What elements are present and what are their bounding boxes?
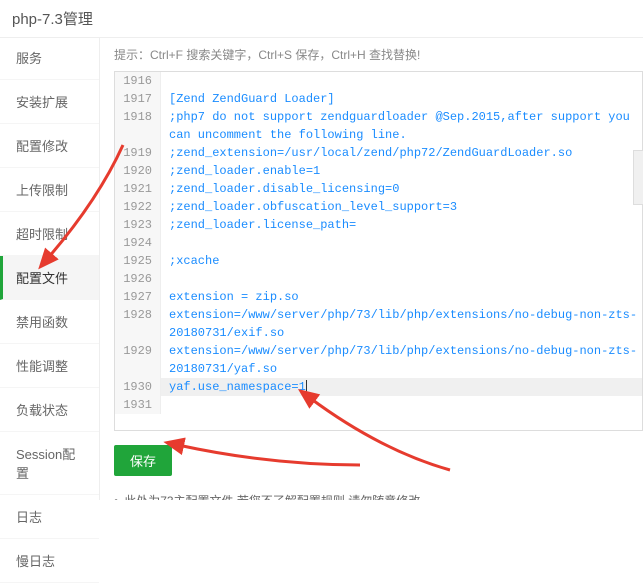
line-number: 1927 <box>115 288 161 306</box>
sidebar-item-10[interactable]: 日志 <box>0 495 99 539</box>
code-line[interactable]: 1923;zend_loader.license_path= <box>115 216 642 234</box>
line-content[interactable]: ;zend_loader.obfuscation_level_support=3 <box>161 198 642 216</box>
line-content[interactable]: ;php7 do not support zendguardloader @Se… <box>161 108 642 144</box>
line-content[interactable]: extension=/www/server/php/73/lib/php/ext… <box>161 342 642 378</box>
line-number: 1931 <box>115 396 161 414</box>
code-line[interactable]: 1930yaf.use_namespace=1 <box>115 378 642 396</box>
sidebar-item-4[interactable]: 超时限制 <box>0 212 99 256</box>
sidebar-item-2[interactable]: 配置修改 <box>0 124 99 168</box>
sidebar-item-9[interactable]: Session配置 <box>0 432 99 495</box>
line-content[interactable]: [Zend ZendGuard Loader] <box>161 90 642 108</box>
sidebar-item-7[interactable]: 性能调整 <box>0 344 99 388</box>
sidebar-item-3[interactable]: 上传限制 <box>0 168 99 212</box>
line-content[interactable]: ;xcache <box>161 252 642 270</box>
footnote: •此处为73主配置文件,若您不了解配置规则,请勿随意修改。 <box>114 492 643 500</box>
line-number: 1930 <box>115 378 161 396</box>
code-line[interactable]: 1919;zend_extension=/usr/local/zend/php7… <box>115 144 642 162</box>
sidebar-item-0[interactable]: 服务 <box>0 36 99 80</box>
window-title: php-7.3管理 <box>0 0 643 38</box>
code-line[interactable]: 1922;zend_loader.obfuscation_level_suppo… <box>115 198 642 216</box>
line-number: 1928 <box>115 306 161 342</box>
code-editor[interactable]: 19161917[Zend ZendGuard Loader]1918;php7… <box>114 71 643 431</box>
line-number: 1921 <box>115 180 161 198</box>
line-content[interactable]: ;zend_loader.disable_licensing=0 <box>161 180 642 198</box>
main-panel: 提示：Ctrl+F 搜索关键字，Ctrl+S 保存，Ctrl+H 查找替换! 1… <box>100 36 643 500</box>
code-line[interactable]: 1916 <box>115 72 642 90</box>
code-line[interactable]: 1925;xcache <box>115 252 642 270</box>
sidebar-item-11[interactable]: 慢日志 <box>0 539 99 583</box>
sidebar-item-8[interactable]: 负载状态 <box>0 388 99 432</box>
sidebar-item-1[interactable]: 安装扩展 <box>0 80 99 124</box>
line-content[interactable]: ;zend_loader.license_path= <box>161 216 642 234</box>
code-line[interactable]: 1929extension=/www/server/php/73/lib/php… <box>115 342 642 378</box>
line-number: 1929 <box>115 342 161 378</box>
code-line[interactable]: 1931 <box>115 396 642 414</box>
code-line[interactable]: 1928extension=/www/server/php/73/lib/php… <box>115 306 642 342</box>
code-line[interactable]: 1926 <box>115 270 642 288</box>
line-content[interactable]: yaf.use_namespace=1 <box>161 378 642 396</box>
line-content[interactable] <box>161 234 642 252</box>
code-line[interactable]: 1920;zend_loader.enable=1 <box>115 162 642 180</box>
line-content[interactable]: extension = zip.so <box>161 288 642 306</box>
code-line[interactable]: 1917[Zend ZendGuard Loader] <box>115 90 642 108</box>
save-button[interactable]: 保存 <box>114 445 172 476</box>
line-content[interactable]: extension=/www/server/php/73/lib/php/ext… <box>161 306 642 342</box>
hint-text: 提示：Ctrl+F 搜索关键字，Ctrl+S 保存，Ctrl+H 查找替换! <box>114 46 643 63</box>
line-content[interactable] <box>161 270 642 288</box>
line-content[interactable]: ;zend_extension=/usr/local/zend/php72/Ze… <box>161 144 642 162</box>
line-number: 1926 <box>115 270 161 288</box>
code-line[interactable]: 1927extension = zip.so <box>115 288 642 306</box>
line-number: 1916 <box>115 72 161 90</box>
line-number: 1920 <box>115 162 161 180</box>
sidebar-item-5[interactable]: 配置文件 <box>0 256 99 300</box>
sidebar: 服务安装扩展配置修改上传限制超时限制配置文件禁用函数性能调整负载状态Sessio… <box>0 36 100 500</box>
line-number: 1922 <box>115 198 161 216</box>
line-number: 1925 <box>115 252 161 270</box>
line-number: 1923 <box>115 216 161 234</box>
code-line[interactable]: 1921;zend_loader.disable_licensing=0 <box>115 180 642 198</box>
code-line[interactable]: 1918;php7 do not support zendguardloader… <box>115 108 642 144</box>
line-number: 1917 <box>115 90 161 108</box>
line-number: 1919 <box>115 144 161 162</box>
line-content[interactable] <box>161 72 642 90</box>
line-number: 1924 <box>115 234 161 252</box>
line-number: 1918 <box>115 108 161 144</box>
line-content[interactable] <box>161 396 642 414</box>
sidebar-item-6[interactable]: 禁用函数 <box>0 300 99 344</box>
line-content[interactable]: ;zend_loader.enable=1 <box>161 162 642 180</box>
right-edge-tab[interactable] <box>633 150 643 205</box>
code-line[interactable]: 1924 <box>115 234 642 252</box>
